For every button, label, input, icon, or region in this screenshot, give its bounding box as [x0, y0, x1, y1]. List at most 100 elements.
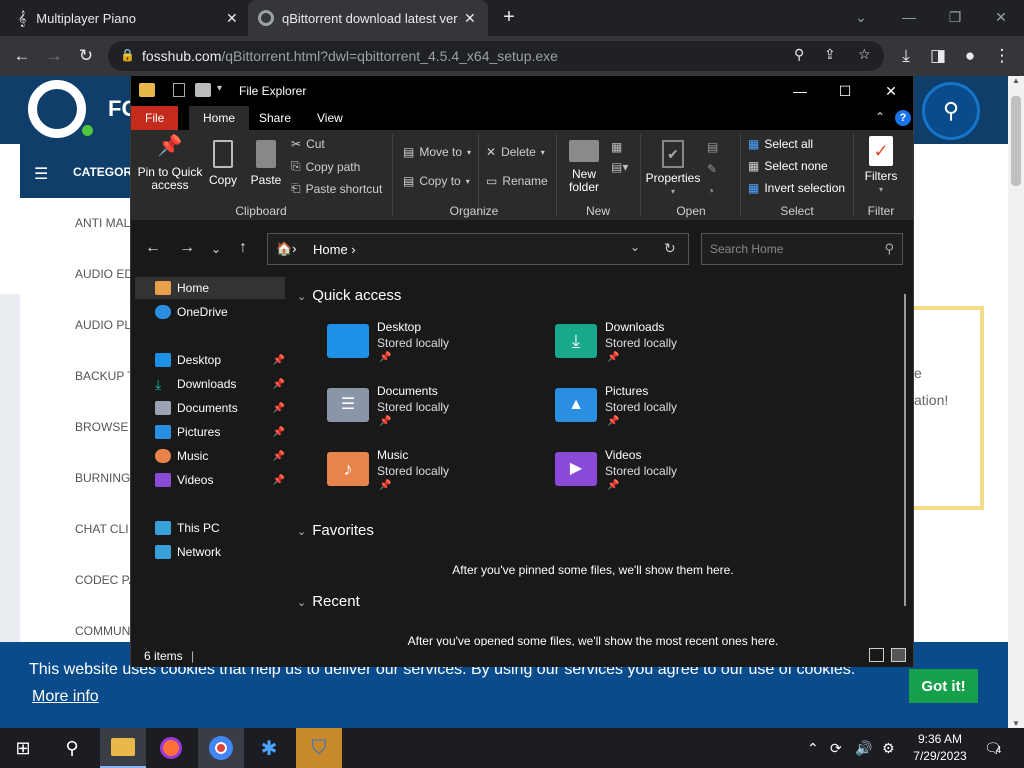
- nav-item-music[interactable]: Music 📌: [135, 445, 285, 467]
- side-panel-icon[interactable]: ◨: [926, 44, 950, 68]
- back-arrow-icon[interactable]: ←: [145, 239, 161, 257]
- categories-header[interactable]: ☰ CATEGORI: [20, 144, 135, 198]
- section-recent[interactable]: ⌄ Recent: [297, 593, 360, 610]
- nav-item-downloads[interactable]: ⤓ Downloads 📌: [135, 373, 285, 395]
- nav-item-this-pc[interactable]: This PC: [135, 517, 285, 539]
- tab-view[interactable]: View: [303, 106, 357, 130]
- filters-button[interactable]: ✓ Filters ▾: [859, 136, 903, 196]
- tile-documents[interactable]: ☰ Documents Stored locally 📌: [327, 384, 547, 440]
- taskbar-app[interactable]: ✱: [246, 728, 292, 768]
- pin-quick-access-button[interactable]: 📌 Pin to Quick access: [137, 136, 203, 192]
- category-item[interactable]: ANTI MAL: [75, 216, 130, 230]
- copy-path-button[interactable]: ⎘ Copy path: [291, 159, 360, 174]
- address-bar[interactable]: 🔒 fosshub.com/qBittorrent.html?dwl=qbitt…: [108, 41, 884, 71]
- tab-multiplayer-piano[interactable]: 𝄞 Multiplayer Piano ✕: [8, 0, 244, 36]
- easy-access-icon[interactable]: ▤▾: [611, 160, 628, 174]
- nav-item-home[interactable]: Home: [135, 277, 285, 299]
- recent-locations-icon[interactable]: ⌄: [211, 242, 221, 256]
- search-icon[interactable]: ⚲: [794, 46, 804, 63]
- got-it-button[interactable]: Got it!: [909, 669, 978, 703]
- category-item[interactable]: AUDIO PL: [75, 318, 131, 332]
- explorer-address-bar[interactable]: 🏠› Home › ⌄ ↻: [267, 233, 689, 265]
- forward-icon[interactable]: →: [42, 44, 66, 68]
- tile-desktop[interactable]: Desktop Stored locally 📌: [327, 320, 547, 376]
- menu-icon[interactable]: ⋮: [990, 44, 1014, 68]
- nav-item-network[interactable]: Network: [135, 541, 285, 563]
- pin-icon[interactable]: 📌: [273, 475, 285, 486]
- fosshub-logo[interactable]: [28, 80, 86, 138]
- help-icon[interactable]: ?: [895, 110, 911, 126]
- close-window-button[interactable]: ✕: [978, 0, 1024, 34]
- explorer-maximize-button[interactable]: ☐: [822, 76, 868, 106]
- tab-search-icon[interactable]: ⌄: [838, 0, 884, 34]
- select-all-button[interactable]: ▦ Select all: [748, 137, 813, 151]
- taskbar-clock[interactable]: 9:36 AM 7/29/2023: [905, 731, 975, 765]
- taskbar-firefox[interactable]: [148, 728, 194, 768]
- tab-file[interactable]: File: [131, 106, 179, 130]
- history-icon[interactable]: ◔: [707, 184, 714, 198]
- pin-icon[interactable]: 📌: [273, 379, 285, 390]
- tile-videos[interactable]: ▶ Videos Stored locally 📌: [555, 448, 775, 504]
- settings-gear-icon[interactable]: ⚙: [882, 740, 895, 757]
- download-icon[interactable]: ⤓: [894, 44, 918, 68]
- category-item[interactable]: COMMUN: [75, 624, 130, 638]
- select-none-button[interactable]: ▦ Select none: [748, 159, 828, 173]
- large-icons-view-icon[interactable]: [891, 648, 906, 662]
- taskbar-file-explorer[interactable]: [100, 728, 146, 768]
- delete-button[interactable]: ✕ Delete ▾: [486, 145, 545, 159]
- start-button[interactable]: ⊞: [0, 728, 46, 768]
- nav-item-pictures[interactable]: Pictures 📌: [135, 421, 285, 443]
- explorer-close-button[interactable]: ✕: [868, 76, 914, 106]
- collapse-ribbon-icon[interactable]: ⌃: [875, 110, 885, 124]
- pin-icon[interactable]: 📌: [273, 355, 285, 366]
- new-item-icon[interactable]: ▦: [611, 140, 622, 154]
- category-item[interactable]: CODEC PA: [75, 573, 137, 587]
- close-tab-icon[interactable]: ✕: [226, 10, 238, 27]
- nav-item-desktop[interactable]: Desktop 📌: [135, 349, 285, 371]
- notification-icon[interactable]: 🗨4: [984, 740, 1002, 757]
- nav-item-onedrive[interactable]: OneDrive: [135, 301, 285, 323]
- invert-selection-button[interactable]: ▦ Invert selection: [748, 181, 845, 195]
- scroll-thumb[interactable]: [1011, 96, 1021, 186]
- new-folder-quick-icon[interactable]: [195, 83, 211, 97]
- explorer-search-input[interactable]: Search Home ⚲: [701, 233, 903, 265]
- scroll-down-icon[interactable]: ▼: [1012, 719, 1020, 728]
- back-icon[interactable]: ←: [10, 44, 34, 68]
- taskbar-installer[interactable]: ⛉: [296, 728, 342, 768]
- properties-quick-icon[interactable]: [173, 83, 185, 97]
- customize-toolbar-icon[interactable]: ▾: [217, 83, 222, 94]
- minimize-button[interactable]: —: [886, 0, 932, 34]
- pin-icon[interactable]: 📌: [273, 427, 285, 438]
- rename-button[interactable]: ▭ Rename: [486, 174, 548, 188]
- site-search-icon[interactable]: ⚲: [922, 82, 980, 140]
- share-icon[interactable]: ⇪: [824, 46, 836, 63]
- section-favorites[interactable]: ⌄ Favorites: [297, 522, 374, 539]
- properties-button[interactable]: ✔ Properties ▾: [643, 140, 703, 198]
- restore-button[interactable]: ❐: [932, 0, 978, 34]
- nav-item-documents[interactable]: Documents 📌: [135, 397, 285, 419]
- tile-music[interactable]: ♪ Music Stored locally 📌: [327, 448, 547, 504]
- edit-icon[interactable]: ✎: [707, 162, 717, 176]
- new-tab-button[interactable]: +: [498, 6, 520, 28]
- more-info-link[interactable]: More info: [32, 688, 99, 706]
- details-view-icon[interactable]: [869, 648, 884, 662]
- up-arrow-icon[interactable]: ↑: [239, 239, 247, 257]
- open-icon[interactable]: ▤: [707, 140, 718, 154]
- category-item[interactable]: BACKUP T: [75, 369, 135, 383]
- category-item[interactable]: CHAT CLI: [75, 522, 129, 536]
- content-scrollbar[interactable]: [904, 294, 906, 606]
- page-scrollbar[interactable]: ▲ ▼: [1008, 76, 1024, 728]
- refresh-icon[interactable]: ↻: [664, 240, 676, 257]
- close-tab-icon[interactable]: ✕: [464, 10, 476, 27]
- pin-icon[interactable]: 📌: [273, 403, 285, 414]
- profile-icon[interactable]: ●: [958, 44, 982, 68]
- category-item[interactable]: BURNING: [75, 471, 130, 485]
- tab-share[interactable]: Share: [245, 106, 305, 130]
- scroll-up-icon[interactable]: ▲: [1012, 76, 1020, 85]
- tray-overflow-icon[interactable]: ⌃: [807, 740, 819, 757]
- address-dropdown-icon[interactable]: ⌄: [630, 240, 640, 254]
- sync-icon[interactable]: ⟳: [830, 740, 842, 757]
- forward-arrow-icon[interactable]: →: [179, 239, 195, 257]
- taskbar-chrome[interactable]: [198, 728, 244, 768]
- tab-home[interactable]: Home: [189, 106, 250, 130]
